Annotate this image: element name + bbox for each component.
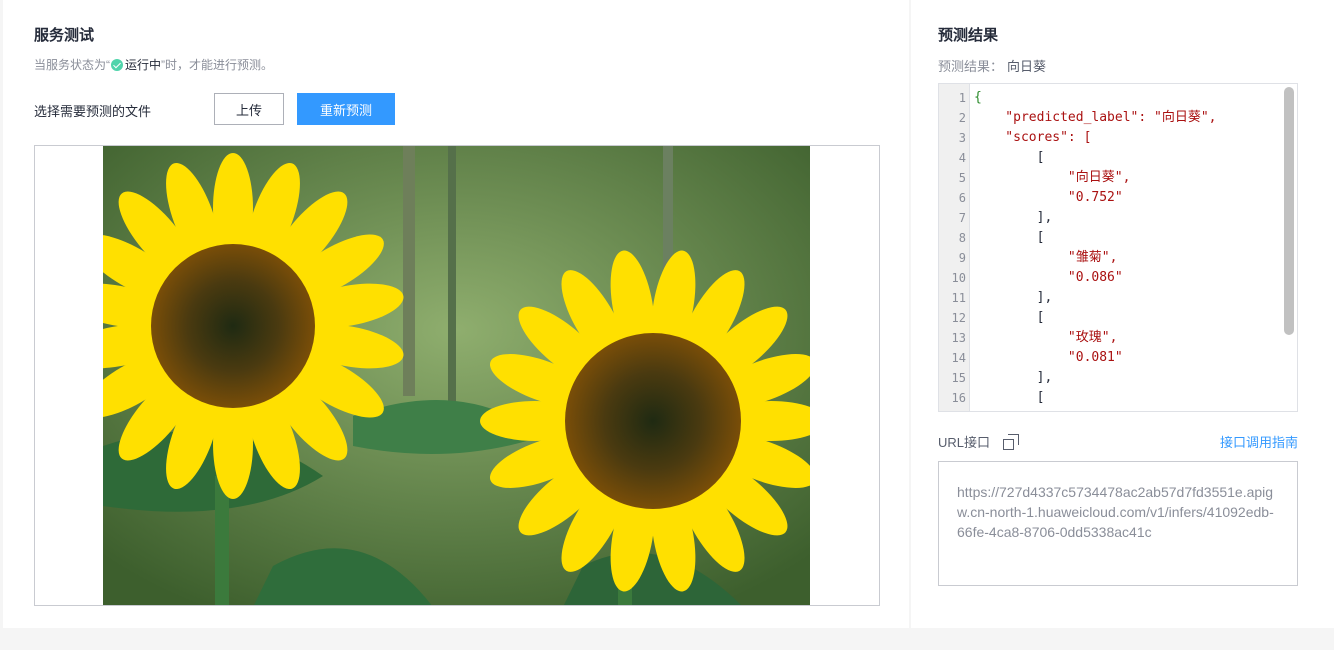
code-line: 2 "predicted_label": "向日葵", [939, 108, 1297, 128]
code-text: "0.081" [974, 350, 1123, 365]
code-line: 6 "0.752" [939, 188, 1297, 208]
line-number: 5 [958, 171, 966, 185]
line-number: 1 [958, 91, 966, 105]
file-select-label: 选择需要预测的文件 [34, 104, 152, 119]
hint-status: 运行中 [125, 58, 162, 72]
service-test-title: 服务测试 [34, 27, 95, 44]
image-preview [34, 145, 880, 606]
code-line: 3 "scores": [ [939, 128, 1297, 148]
code-text: ], [974, 370, 1053, 385]
prediction-title: 预测结果 [938, 27, 999, 44]
code-line: 13 "玫瑰", [939, 328, 1297, 348]
code-line: 16 [ [939, 388, 1297, 408]
code-text: "向日葵", [974, 170, 1131, 185]
code-text: "0.086" [974, 270, 1123, 285]
line-number: 10 [951, 271, 966, 285]
line-number: 4 [958, 151, 966, 165]
code-line: 14 "0.081" [939, 348, 1297, 368]
repredict-button[interactable]: 重新预测 [297, 93, 395, 125]
code-text: [ [974, 310, 1045, 325]
line-number: 14 [951, 351, 966, 365]
code-text: "predicted_label": "向日葵", [974, 110, 1217, 125]
scrollbar[interactable] [1284, 87, 1294, 335]
code-line: 10 "0.086" [939, 268, 1297, 288]
service-test-panel: 服务测试 当服务状态为“ 运行中 ”时，才能进行预测。 选择需要预测的文件 上传… [3, 0, 909, 628]
line-number: 11 [951, 291, 966, 305]
code-line: 5 "向日葵", [939, 168, 1297, 188]
line-number: 16 [951, 391, 966, 405]
code-lines: 1{2 "predicted_label": "向日葵", 3 "scores":… [939, 88, 1297, 408]
result-value: 向日葵 [1007, 59, 1047, 74]
code-line: 4 [ [939, 148, 1297, 168]
upload-button[interactable]: 上传 [214, 93, 284, 125]
hint-prefix: 当服务状态为“ [34, 58, 110, 72]
code-line: 1{ [939, 88, 1297, 108]
url-label-row: URL接口 [938, 432, 1020, 451]
line-number: 12 [951, 311, 966, 325]
code-text: "雏菊", [974, 250, 1118, 265]
result-label: 预测结果： [938, 59, 1004, 74]
api-guide-link[interactable]: 接口调用指南 [1220, 432, 1298, 451]
code-text: "0.752" [974, 190, 1123, 205]
json-result-viewer[interactable]: 1{2 "predicted_label": "向日葵", 3 "scores":… [938, 83, 1298, 412]
prediction-panel: 预测结果 预测结果： 向日葵 1{2 "predicted_label": "向日… [911, 0, 1334, 628]
line-number: 9 [958, 251, 966, 265]
code-line: 7 ], [939, 208, 1297, 228]
check-circle-icon [111, 58, 123, 71]
url-value-box[interactable]: https://727d4337c5734478ac2ab57d7fd3551e… [938, 461, 1298, 586]
status-hint: 当服务状态为“ 运行中 ”时，才能进行预测。 [34, 56, 273, 73]
code-line: 11 ], [939, 288, 1297, 308]
code-text: { [974, 90, 982, 105]
line-number: 8 [958, 231, 966, 245]
line-number: 13 [951, 331, 966, 345]
line-number: 2 [958, 111, 966, 125]
code-text: ], [974, 290, 1053, 305]
line-number: 7 [958, 211, 966, 225]
code-text: "玫瑰", [974, 330, 1118, 345]
code-text: [ [974, 150, 1045, 165]
code-text: [ [974, 230, 1045, 245]
sunflower-photo [103, 146, 810, 605]
url-label: URL接口 [938, 435, 991, 450]
line-number: 15 [951, 371, 966, 385]
code-line: 12 [ [939, 308, 1297, 328]
copy-icon[interactable] [1003, 433, 1020, 450]
code-text: [ [974, 390, 1045, 405]
code-text: ], [974, 210, 1053, 225]
code-line: 8 [ [939, 228, 1297, 248]
line-number: 6 [958, 191, 966, 205]
code-text: "scores": [ [974, 130, 1092, 145]
code-line: 9 "雏菊", [939, 248, 1297, 268]
hint-suffix: ”时，才能进行预测。 [161, 58, 274, 72]
code-line: 15 ], [939, 368, 1297, 388]
prediction-result: 预测结果： 向日葵 [938, 56, 1046, 75]
line-number: 3 [958, 131, 966, 145]
